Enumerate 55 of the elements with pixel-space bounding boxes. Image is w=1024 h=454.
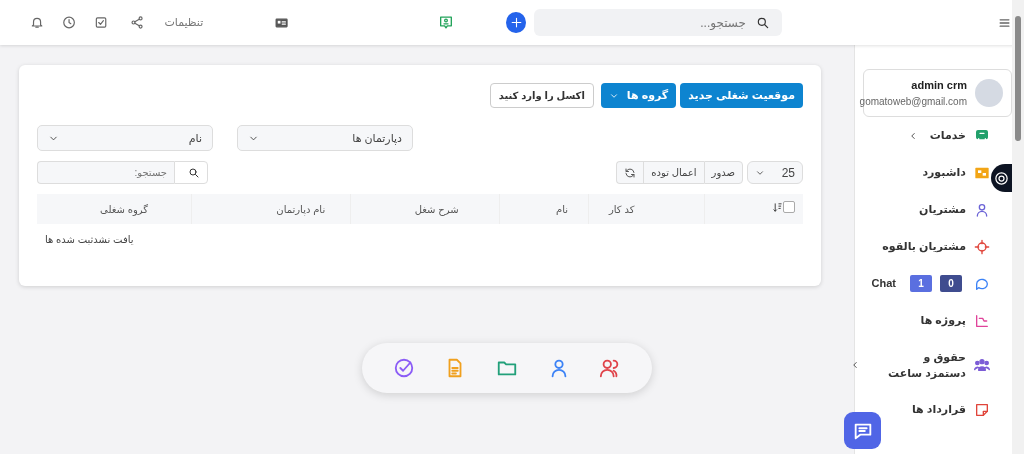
search-button[interactable]	[174, 161, 208, 184]
search-icon	[755, 15, 770, 30]
add-button[interactable]	[506, 12, 527, 33]
column-header: نام	[499, 194, 589, 224]
count-badge: 0	[940, 275, 962, 292]
filter-select[interactable]: نام	[37, 125, 213, 151]
empty-message: یافت نشدثبت شده ها	[45, 233, 134, 245]
sidebar-item[interactable]: حقوق و دستمزد ساعت	[850, 339, 990, 391]
import-excel-button[interactable]: اکسل را وارد کنید	[489, 83, 594, 108]
contact-icon[interactable]	[438, 14, 455, 31]
chat-button[interactable]	[844, 412, 881, 449]
new-position-button[interactable]: موقعیت شغلی جدید	[680, 83, 803, 108]
user-email: gomatoweb@gmail.com	[859, 94, 967, 109]
table-action-button[interactable]: صدور	[703, 161, 743, 184]
groups-button[interactable]: گروه ها	[600, 83, 677, 108]
settings-link[interactable]: تنظیمات	[164, 14, 204, 31]
table-search-field[interactable]: جستجو:	[37, 161, 174, 184]
chevron-icon	[850, 360, 860, 370]
bell-icon[interactable]	[30, 15, 45, 30]
sidebar-item[interactable]: مشتریان	[919, 191, 990, 228]
column-header: کد کار	[588, 194, 705, 224]
filter-select[interactable]: دپارتمان ها	[237, 125, 413, 151]
share-icon[interactable]	[130, 15, 145, 30]
user-name: admin crm	[911, 78, 967, 94]
target-icon	[994, 170, 1009, 186]
search-input[interactable]: جستجو...	[546, 12, 748, 33]
avatar-icon	[975, 79, 1003, 107]
column-header: نام دپارتمان	[191, 194, 351, 224]
sidebar-item[interactable]: قرارداد ها	[911, 391, 990, 428]
count-badge: 1	[910, 275, 932, 292]
refresh-icon	[624, 166, 637, 179]
sidebar-item[interactable]: پروژه ها	[920, 302, 990, 339]
search-field[interactable]: جستجو...	[534, 9, 782, 36]
checkbox-icon[interactable]	[94, 15, 109, 30]
page-length-select[interactable]: 25	[747, 161, 803, 184]
search-icon	[188, 166, 200, 179]
task-icon[interactable]	[392, 357, 415, 379]
chart-icon	[974, 312, 990, 329]
note-icon	[974, 401, 990, 418]
table-action-button[interactable]: اعمال توده	[643, 161, 704, 184]
sidebar-item[interactable]: داشبورد	[922, 154, 990, 191]
sort-icon[interactable]	[772, 201, 783, 213]
clock-icon[interactable]	[62, 15, 77, 30]
sidebar-item[interactable]: خدمات	[907, 117, 990, 154]
scrollbar-thumb[interactable]	[1015, 16, 1021, 141]
team-icon	[974, 357, 990, 373]
target-icon	[974, 238, 990, 255]
column-header: گروه شغلی	[37, 194, 192, 224]
sidebar-item[interactable]: Chat	[871, 275, 896, 292]
column-header: شرح شغل	[350, 194, 500, 224]
select-all-checkbox[interactable]	[783, 201, 795, 213]
plus-icon	[509, 16, 523, 29]
user-icon	[974, 201, 990, 218]
refresh-button[interactable]	[616, 161, 644, 184]
sidebar-item[interactable]: مشتریان بالقوه	[882, 228, 990, 265]
